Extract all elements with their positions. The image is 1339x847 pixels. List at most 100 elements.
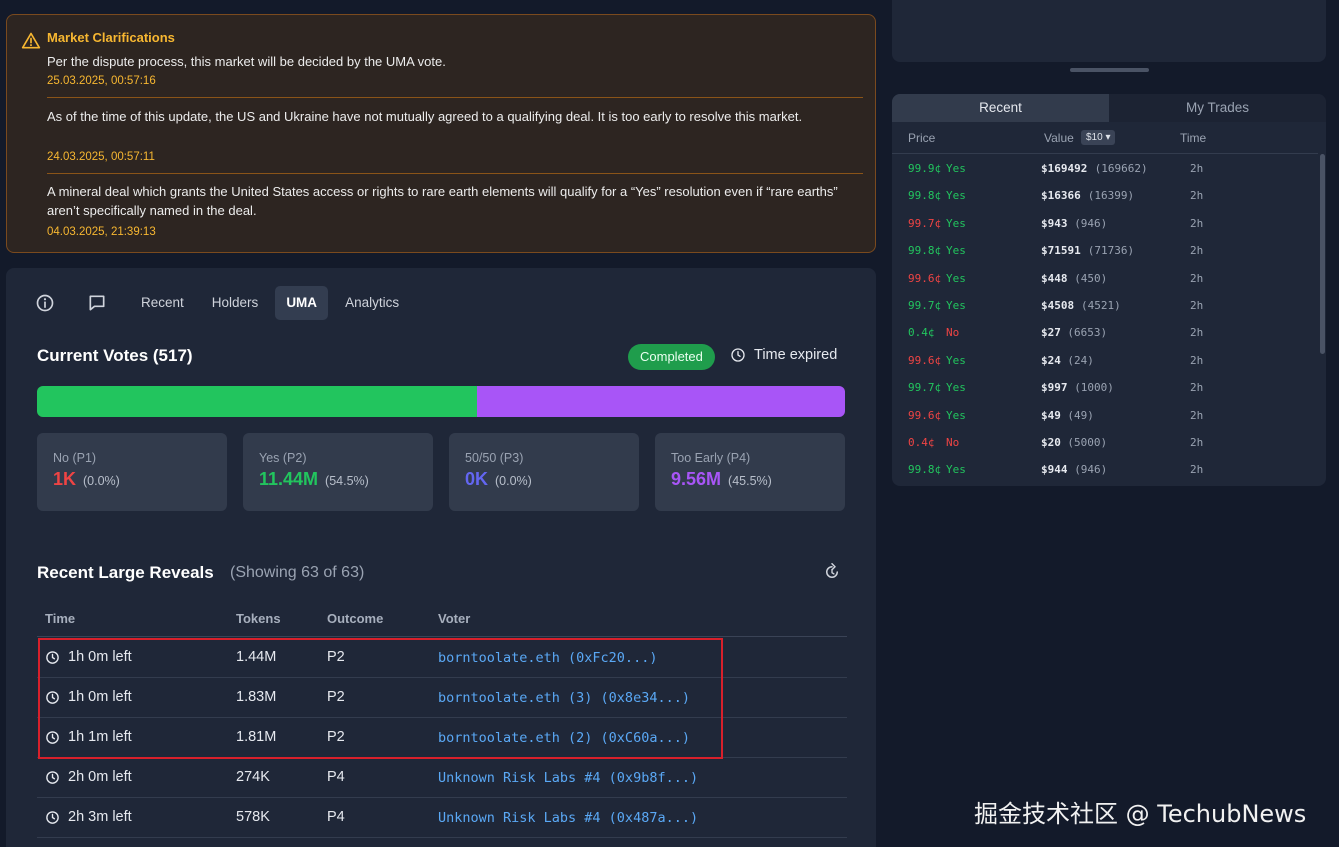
column-header-value: Value xyxy=(1044,131,1074,145)
trade-shares: (49) xyxy=(1067,408,1094,422)
trade-side: Yes xyxy=(946,189,966,203)
market-clarifications-panel: Market Clarifications Per the dispute pr… xyxy=(6,14,876,253)
tab-comments[interactable] xyxy=(78,288,116,318)
trade-row: 99.6¢ Yes $448 (450) 2h xyxy=(892,265,1318,292)
trade-row: 99.8¢ Yes $16366 (16399) 2h xyxy=(892,182,1318,209)
outcome-percent: (45.5%) xyxy=(728,474,772,488)
tab-uma[interactable]: UMA xyxy=(275,286,329,320)
vote-segment-early xyxy=(477,386,845,417)
trade-price: 99.6¢ xyxy=(908,353,942,367)
trade-row: 99.7¢ Yes $997 (1000) 2h xyxy=(892,374,1318,401)
comment-icon xyxy=(89,295,105,311)
trade-time: 2h xyxy=(1190,408,1204,422)
clarification-text: A mineral deal which grants the United S… xyxy=(47,184,838,218)
trade-value: $24 xyxy=(1041,353,1061,367)
reveals-count: (Showing 63 of 63) xyxy=(230,564,365,581)
trade-shares: (450) xyxy=(1074,271,1108,285)
time-expired-text: Time expired xyxy=(754,347,838,363)
tab-holders[interactable]: Holders xyxy=(201,286,270,320)
trade-side: Yes xyxy=(946,408,966,422)
trades-header: Price Value $10 ▾ Time xyxy=(892,122,1318,154)
trade-value: $71591 xyxy=(1041,244,1081,258)
column-header-voter: Voter xyxy=(438,611,471,626)
outcome-label: 50/50 (P3) xyxy=(465,451,524,465)
info-icon xyxy=(36,294,54,312)
reveals-title: Recent Large Reveals xyxy=(37,563,214,582)
trade-row: 99.8¢ Yes $944 (946) 2h xyxy=(892,456,1318,483)
trade-shares: (946) xyxy=(1074,216,1108,230)
trade-side: Yes xyxy=(946,463,966,477)
trade-price: 99.7¢ xyxy=(908,299,942,312)
trade-price: 0.4¢ xyxy=(908,436,935,449)
outcome-label: No (P1) xyxy=(53,451,97,465)
trade-time: 2h xyxy=(1190,463,1204,477)
trade-price: 99.9¢ xyxy=(908,162,942,175)
trade-price: 99.6¢ xyxy=(908,408,942,422)
divider xyxy=(47,173,863,174)
trade-shares: (4521) xyxy=(1081,299,1121,312)
clock-icon xyxy=(46,811,59,824)
trade-row: 99.6¢ Yes $24 (24) 2h xyxy=(892,347,1318,374)
reveal-outcome: P4 xyxy=(327,809,345,825)
trade-row: 99.7¢ Yes $4508 (4521) 2h xyxy=(892,292,1318,319)
divider xyxy=(47,97,863,98)
outcome-card-fifty-fifty: 50/50 (P3) 0K (0.0%) xyxy=(449,433,639,511)
reveal-time: 2h 0m left xyxy=(68,769,132,785)
tab-recent-trades[interactable]: Recent xyxy=(892,94,1109,122)
vote-segment-yes xyxy=(37,386,478,417)
trade-price: 99.8¢ xyxy=(908,244,942,258)
clock-icon xyxy=(731,348,745,362)
trade-side: No xyxy=(946,326,960,340)
trade-side: Yes xyxy=(946,353,966,367)
trade-shares: (16399) xyxy=(1087,189,1135,203)
refresh-icon[interactable] xyxy=(823,563,841,581)
trade-side: Yes xyxy=(946,271,966,285)
trade-shares: (24) xyxy=(1067,353,1094,367)
vote-distribution-bar xyxy=(37,386,845,417)
voter-link[interactable]: Unknown Risk Labs #4 (0x9b8f...) xyxy=(438,770,698,786)
trade-price: 0.4¢ xyxy=(908,326,935,340)
reveals-table-header: Time Tokens Outcome Voter xyxy=(37,609,847,637)
trade-price: 99.7¢ xyxy=(908,381,942,395)
clock-icon xyxy=(46,771,59,784)
trade-side: Yes xyxy=(946,244,966,258)
table-row: 2h 3m left 578K P4 Unknown Risk Labs #4 … xyxy=(37,798,847,838)
trade-value: $20 xyxy=(1041,436,1061,449)
value-filter-dropdown[interactable]: $10 ▾ xyxy=(1081,130,1116,145)
tab-my-trades[interactable]: My Trades xyxy=(1109,94,1326,122)
trade-value: $16366 xyxy=(1041,189,1081,203)
trade-time: 2h xyxy=(1190,216,1204,230)
trade-time: 2h xyxy=(1190,381,1204,395)
trade-shares: (71736) xyxy=(1087,244,1135,258)
trade-time: 2h xyxy=(1190,271,1204,285)
market-detail-panel: Recent Holders UMA Analytics Current Vot… xyxy=(6,268,876,847)
outcome-card-yes: Yes (P2) 11.44M (54.5%) xyxy=(243,433,433,511)
column-header-price: Price xyxy=(908,131,936,145)
drag-handle[interactable] xyxy=(1070,68,1149,72)
outcome-label: Too Early (P4) xyxy=(671,451,751,465)
detail-tabs: Recent Holders UMA Analytics xyxy=(26,286,416,320)
trade-row: 0.4¢ No $27 (6653) 2h xyxy=(892,319,1318,346)
trade-value: $27 xyxy=(1041,326,1061,340)
trade-shares: (1000) xyxy=(1074,381,1114,395)
tab-analytics[interactable]: Analytics xyxy=(334,286,410,320)
trade-value: $944 xyxy=(1041,463,1068,477)
tab-recent[interactable]: Recent xyxy=(130,286,195,320)
trade-side: Yes xyxy=(946,299,966,312)
tab-info[interactable] xyxy=(26,288,64,318)
trade-time: 2h xyxy=(1190,244,1204,258)
trade-row: 99.7¢ Yes $943 (946) 2h xyxy=(892,210,1318,237)
table-row: 2h 0m left 274K P4 Unknown Risk Labs #4 … xyxy=(37,758,847,798)
trade-side: Yes xyxy=(946,162,966,175)
trade-side: No xyxy=(946,436,960,449)
scrollbar[interactable] xyxy=(1320,154,1325,354)
voter-link[interactable]: Unknown Risk Labs #4 (0x487a...) xyxy=(438,810,698,826)
time-expired-label: Time expired xyxy=(730,347,837,363)
trades-tabs: Recent My Trades xyxy=(892,94,1326,122)
trade-shares: (5000) xyxy=(1067,436,1108,449)
column-header-time: Time xyxy=(45,611,76,626)
outcome-cards: No (P1) 1K (0.0%) Yes (P2) 11.44M (54.5%) … xyxy=(37,433,845,511)
trade-price: 99.6¢ xyxy=(908,271,942,285)
status-badge: Completed xyxy=(628,344,715,370)
trade-time: 2h xyxy=(1190,162,1204,175)
